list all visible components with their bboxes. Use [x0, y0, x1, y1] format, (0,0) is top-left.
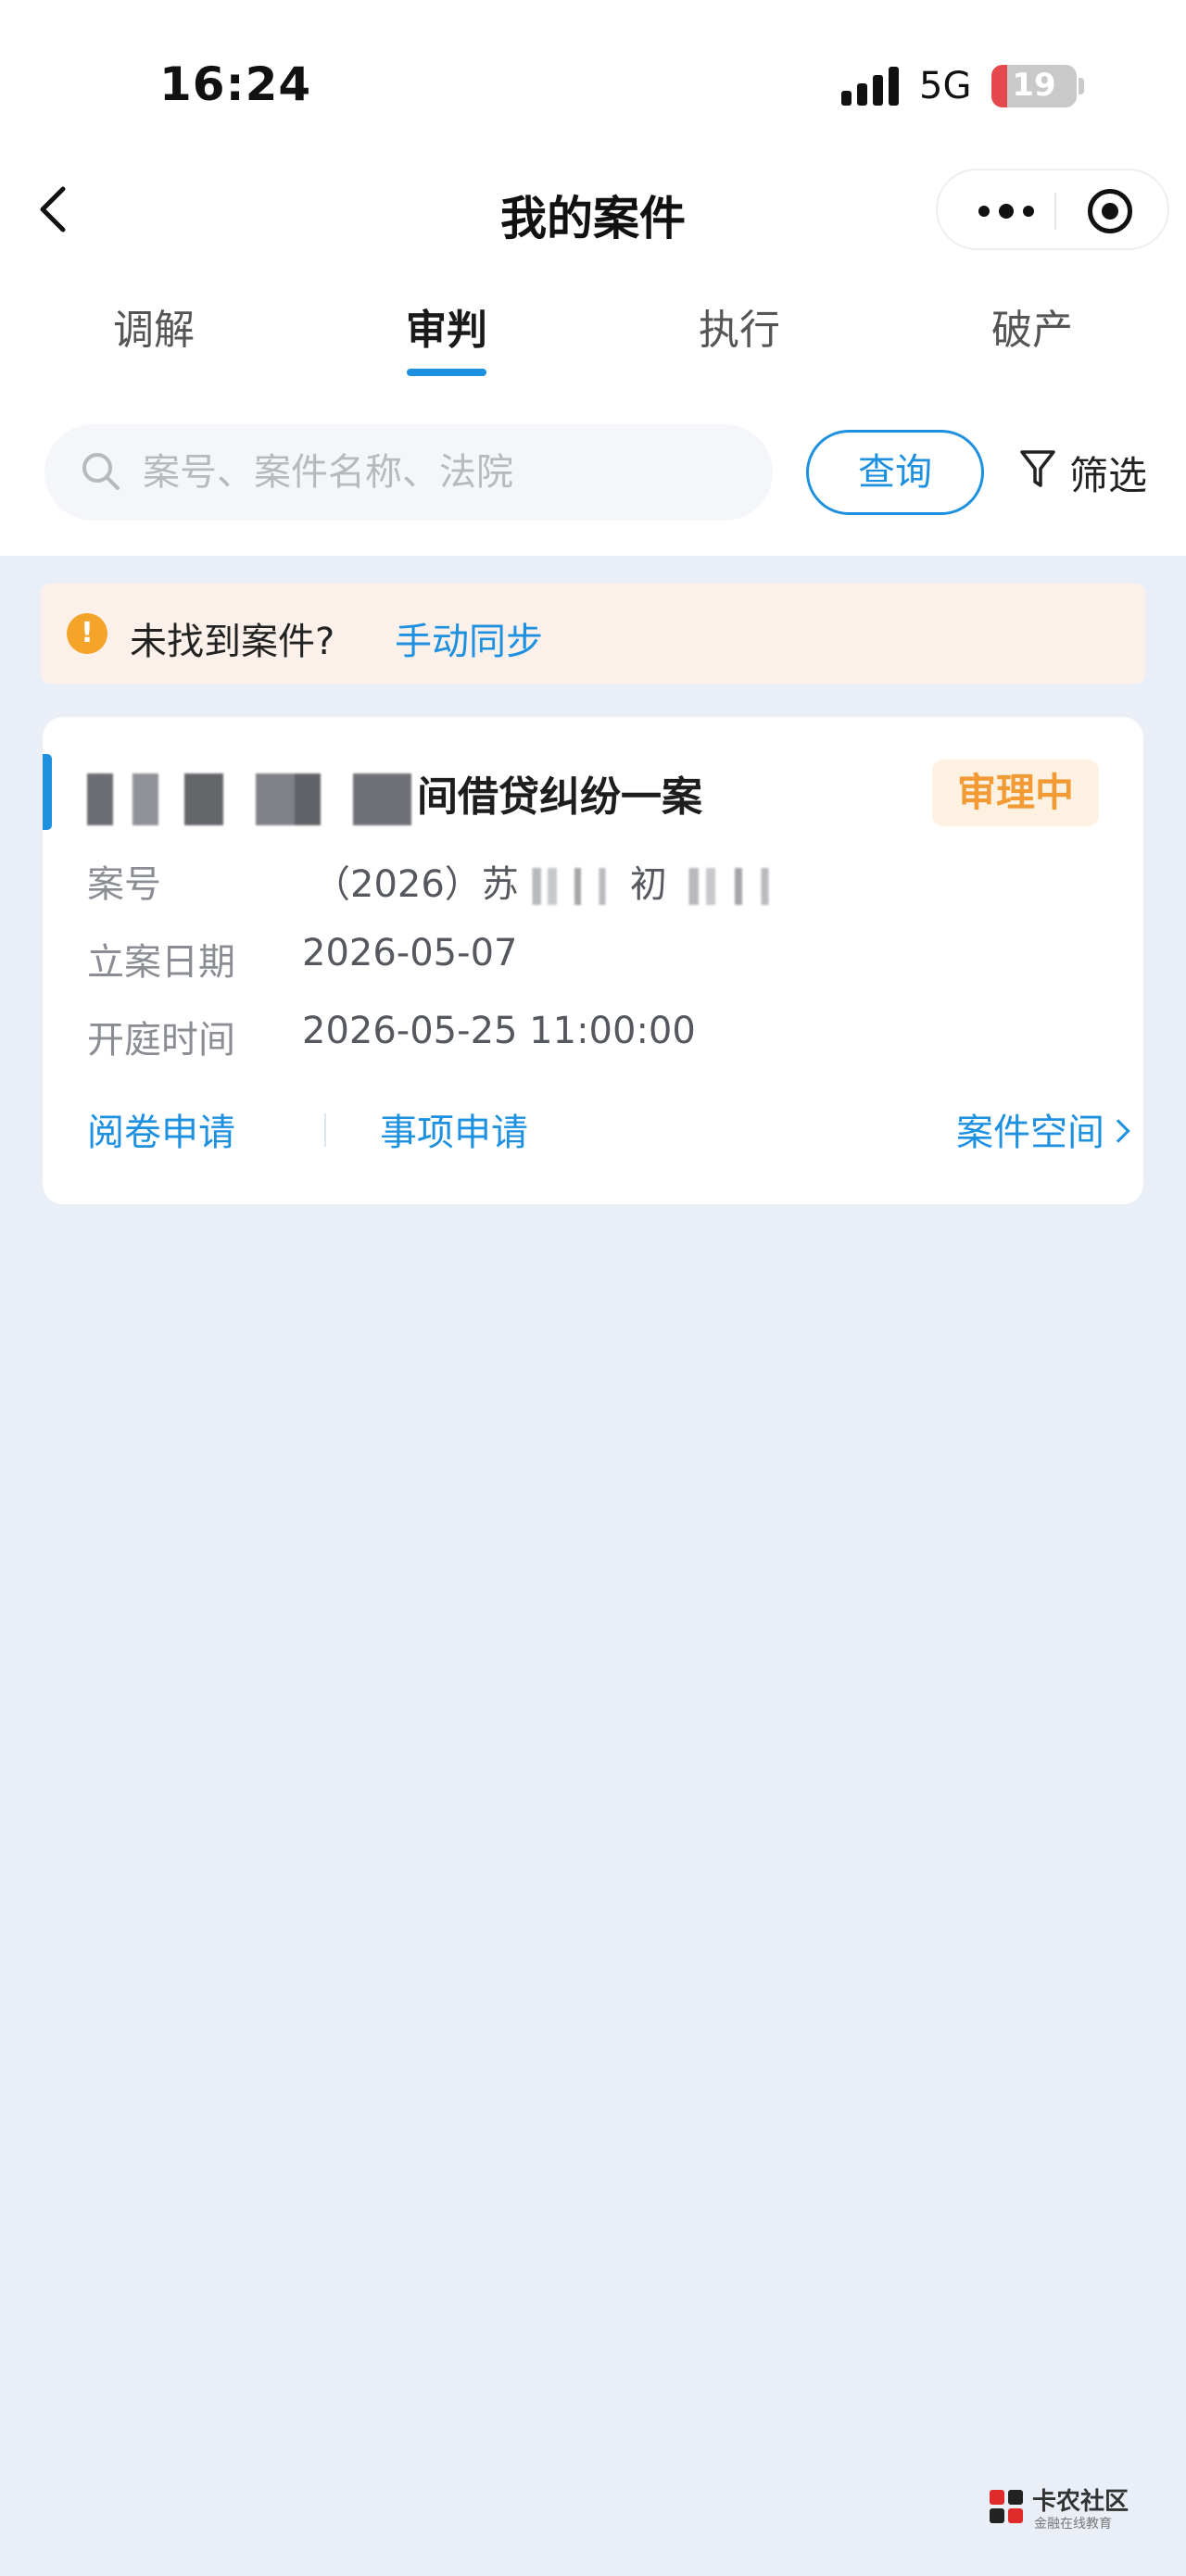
- case-title-suffix: 间借贷纠纷一案: [417, 773, 702, 821]
- case-space-label: 案件空间: [956, 1112, 1104, 1154]
- case-number-mid: 初: [629, 863, 667, 906]
- case-number-value: （2026）苏 初: [313, 854, 795, 908]
- battery-tip: [1079, 78, 1084, 94]
- filing-date-value: 2026-05-07: [302, 932, 518, 974]
- case-type-tabs: 调解 审判 执行 破产: [0, 296, 1186, 380]
- watermark-logo-icon: [990, 2490, 1023, 2523]
- tab-bankruptcy[interactable]: 破产: [921, 296, 1143, 356]
- battery-icon: 19: [991, 65, 1077, 107]
- action-divider: [324, 1113, 326, 1147]
- tab-execution[interactable]: 执行: [628, 296, 851, 356]
- redacted-text: [87, 773, 411, 825]
- battery-level: 19: [1012, 67, 1056, 104]
- case-space-link[interactable]: 案件空间: [956, 1102, 1130, 1156]
- tab-mediation[interactable]: 调解: [43, 296, 265, 356]
- sync-notice: ! 未找到案件? 手动同步: [41, 584, 1145, 684]
- more-dots-icon[interactable]: [971, 187, 1045, 233]
- network-label: 5G: [919, 65, 972, 107]
- case-title: 间借贷纠纷一案: [87, 763, 702, 825]
- case-number-prefix: （2026）苏: [313, 863, 519, 906]
- filter-icon: [1020, 450, 1055, 487]
- card-actions: 阅卷申请 事项申请 案件空间: [87, 1102, 1130, 1158]
- watermark-name: 卡农社区: [1032, 2488, 1129, 2516]
- redacted-text: [518, 868, 630, 905]
- notice-text: 未找到案件?: [130, 621, 335, 663]
- case-card[interactable]: 间借贷纠纷一案 审理中 案号 （2026）苏初 立案日期 2026-05-07 …: [43, 717, 1143, 1204]
- manual-sync-link[interactable]: 手动同步: [395, 611, 543, 665]
- chevron-right-icon: [1106, 1119, 1130, 1143]
- status-time: 16:24: [159, 57, 312, 111]
- redacted-text: [674, 868, 795, 905]
- tab-trial[interactable]: 审判: [335, 296, 558, 356]
- read-file-apply-link[interactable]: 阅卷申请: [87, 1102, 235, 1156]
- status-badge: 审理中: [932, 760, 1099, 826]
- tab-active-indicator: [407, 369, 486, 376]
- target-icon[interactable]: [1088, 189, 1132, 233]
- filter-label: 筛选: [1069, 453, 1148, 498]
- watermark-sub: 金融在线教育: [1034, 2517, 1112, 2532]
- search-icon: [82, 453, 120, 490]
- card-accent-bar: [43, 754, 52, 830]
- capsule-divider: [1054, 193, 1056, 230]
- search-input[interactable]: [143, 424, 754, 521]
- warning-icon: !: [67, 613, 107, 654]
- matter-apply-link[interactable]: 事项申请: [380, 1102, 528, 1156]
- search-box: [44, 424, 773, 521]
- hearing-time-label: 开庭时间: [87, 1019, 235, 1062]
- hearing-time-value: 2026-05-25 11:00:00: [302, 1010, 696, 1052]
- mini-program-capsule: [936, 169, 1169, 250]
- case-number-label: 案号: [87, 863, 161, 906]
- query-button[interactable]: 查询: [806, 430, 984, 515]
- filing-date-label: 立案日期: [87, 941, 235, 984]
- signal-icon: [841, 67, 901, 106]
- page: 16:24 5G 19 我的案件 调解 审判 执行 破产 案号、案件名称、法院 …: [0, 0, 1186, 2576]
